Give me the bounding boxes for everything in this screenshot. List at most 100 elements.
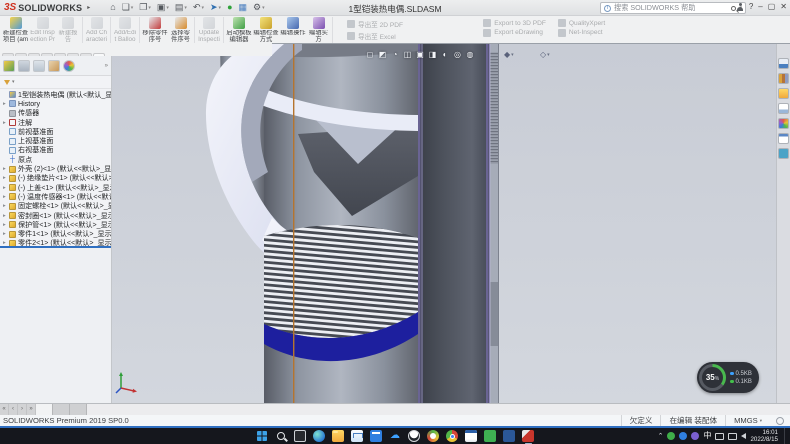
qq-icon[interactable]: [408, 430, 420, 442]
filter-icon[interactable]: [4, 80, 10, 85]
tab-scroll-button[interactable]: ‹: [9, 404, 18, 415]
volume-tray-icon[interactable]: [741, 433, 746, 439]
usage-gauge[interactable]: 35%: [699, 364, 726, 391]
tab-inspection[interactable]: [93, 53, 105, 56]
tab-evaluate[interactable]: [41, 53, 53, 56]
add-characteristic-button[interactable]: Add Characteristic: [85, 17, 111, 43]
taskbar-clock[interactable]: 16:01 2022/8/15: [750, 429, 778, 444]
export-2d-pdf-button[interactable]: 导出至 2D PDF: [347, 19, 471, 29]
task-view-button[interactable]: [294, 430, 306, 442]
tree-item-sensors[interactable]: 传感器: [0, 109, 111, 118]
tab-assembly[interactable]: [2, 53, 14, 56]
input-tray-icon[interactable]: [691, 432, 699, 440]
edit-inspection-project-button[interactable]: Edit Inspection Project: [30, 17, 56, 43]
ime-indicator[interactable]: 中: [703, 432, 711, 440]
chrome-icon[interactable]: [446, 430, 458, 442]
edit-appearance-icon[interactable]: ◎: [453, 50, 463, 60]
display-settings-icon[interactable]: ▦: [239, 3, 248, 12]
highlighted-edge[interactable]: [293, 44, 294, 403]
display-manager-tab[interactable]: [63, 60, 75, 72]
options-icon[interactable]: ⚙: [253, 3, 265, 12]
tray-chevron-icon[interactable]: ⌃: [658, 433, 664, 440]
tree-item-component[interactable]: 固定螺栓<1> (默认<<默认>_显示: [0, 202, 111, 211]
solidworks-resources-icon[interactable]: [778, 58, 789, 69]
tree-item-annotations[interactable]: 注解: [0, 118, 111, 127]
view-settings-flyout-icon[interactable]: ◇: [540, 50, 546, 59]
tree-item-origin[interactable]: ┼ 原点: [0, 155, 111, 164]
add-edit-balloons-button[interactable]: Add/Edit Balloons: [114, 17, 140, 43]
tab-3d-views[interactable]: [53, 404, 70, 415]
restore-button[interactable]: ▢: [768, 2, 776, 12]
wps-icon[interactable]: [484, 430, 496, 442]
edit-actual-method-button[interactable]: 编辑实方: [307, 17, 333, 43]
tab-mbd[interactable]: [67, 53, 79, 56]
hud-flyout-1[interactable]: ◆ ▾: [504, 50, 514, 59]
units-selector[interactable]: MMGS▾: [725, 415, 770, 426]
launch-template-editor-button[interactable]: 启动模板编辑器: [226, 17, 252, 43]
view-settings-icon[interactable]: ◍: [465, 50, 475, 60]
tree-item-component[interactable]: 密封圈<1> (默认<<默认>_显示状: [0, 211, 111, 220]
new-document-icon[interactable]: ❏: [122, 3, 134, 12]
antivirus-tray-icon[interactable]: [667, 432, 675, 440]
file-explorer-icon[interactable]: [778, 88, 789, 99]
search-button[interactable]: [277, 432, 285, 440]
onedrive-icon[interactable]: ☁: [389, 430, 401, 442]
tree-root-item[interactable]: 1型铠装热电偶 (默认<默认_显示状态-1: [0, 90, 111, 99]
undo-icon[interactable]: ↶: [193, 3, 204, 12]
tree-item-front-plane[interactable]: 前视基准面: [0, 127, 111, 136]
featuremanager-tree-tab[interactable]: [3, 60, 15, 72]
monitor-tray-icon[interactable]: [728, 433, 737, 440]
feedback-globe-icon[interactable]: [776, 417, 784, 425]
tab-scroll-button[interactable]: «: [0, 404, 9, 415]
tree-item-component[interactable]: (-) 温度传感器<1> (默认<<默认>_: [0, 192, 111, 201]
tree-item-component[interactable]: 零件1<1> (默认<<默认>_显示状态: [0, 229, 111, 238]
new-report-button[interactable]: 新建报告: [57, 17, 83, 43]
menu-flyout-icon[interactable]: ▸: [87, 4, 90, 11]
forum-icon[interactable]: [778, 148, 789, 159]
net-inspect-button[interactable]: Net-Inspect: [558, 29, 605, 37]
display-style-icon[interactable]: ◨: [428, 50, 438, 60]
update-inspection-project-button[interactable]: Update Inspection Project: [198, 17, 224, 43]
start-button[interactable]: [257, 431, 267, 441]
tree-filter-row[interactable]: ▾: [0, 76, 111, 89]
store-icon[interactable]: [370, 430, 382, 442]
rebuild-icon[interactable]: ●: [227, 3, 232, 12]
save-icon[interactable]: ▣: [157, 3, 169, 12]
design-library-icon[interactable]: [778, 73, 789, 84]
home-icon[interactable]: ⌂: [110, 3, 115, 12]
custom-properties-icon[interactable]: [778, 133, 789, 144]
solidworks-icon[interactable]: [522, 430, 534, 442]
new-inspection-project-button[interactable]: 新建检查项目 (amp;N): [3, 17, 29, 43]
hide-show-items-icon[interactable]: ◐: [440, 50, 450, 60]
tab-addins[interactable]: [54, 53, 66, 56]
mail-icon[interactable]: [351, 430, 363, 442]
select-icon[interactable]: ➤: [210, 3, 221, 12]
edit-operation-button[interactable]: 编辑操作: [280, 17, 306, 43]
help-button[interactable]: ?: [749, 2, 753, 12]
show-desktop-button[interactable]: [784, 428, 786, 444]
tree-item-component[interactable]: 零件2<1> (默认<<默认>_显示状态: [0, 239, 111, 246]
export-sw-inspection-button[interactable]: 导出至 SOLIDWORKS Inspection 项目: [347, 42, 471, 43]
secure-browser-icon[interactable]: [427, 430, 439, 442]
tree-item-component[interactable]: (-) 绝缘垫片<1> (默认<<默认>_显: [0, 174, 111, 183]
graphics-area[interactable]: ◻◩◔◫▣◨◐◎◍ ◆ ▾ ◇ ▾ 35% 0.5KB 0.1KB: [112, 44, 776, 403]
tab-cam[interactable]: [80, 53, 92, 56]
propertymanager-tab[interactable]: [18, 60, 30, 72]
model-3d-view[interactable]: [112, 44, 776, 403]
outer-tube[interactable]: [418, 44, 499, 403]
edit-inspection-method-button[interactable]: 编辑检查方式: [253, 17, 279, 43]
instant3d-icon[interactable]: ◆: [504, 50, 510, 59]
view-orientation-icon[interactable]: ▣: [415, 50, 425, 60]
word-icon[interactable]: [503, 430, 515, 442]
file-explorer-icon[interactable]: [332, 430, 344, 442]
previous-view-icon[interactable]: ◔: [390, 50, 400, 60]
edge-icon[interactable]: [313, 430, 325, 442]
tab-layout[interactable]: [15, 53, 27, 56]
filter-caret-icon[interactable]: ▾: [12, 79, 15, 85]
export-edrawing-button[interactable]: Export eDrawing: [483, 29, 546, 37]
tree-item-component[interactable]: 保护管<1> (默认<<默认>_显示状: [0, 220, 111, 229]
tab-scroll-button[interactable]: ›: [18, 404, 27, 415]
cloud-tray-icon[interactable]: [679, 432, 687, 440]
tab-scroll-button[interactable]: »: [27, 404, 36, 415]
keyboard-tray-icon[interactable]: [715, 433, 724, 440]
